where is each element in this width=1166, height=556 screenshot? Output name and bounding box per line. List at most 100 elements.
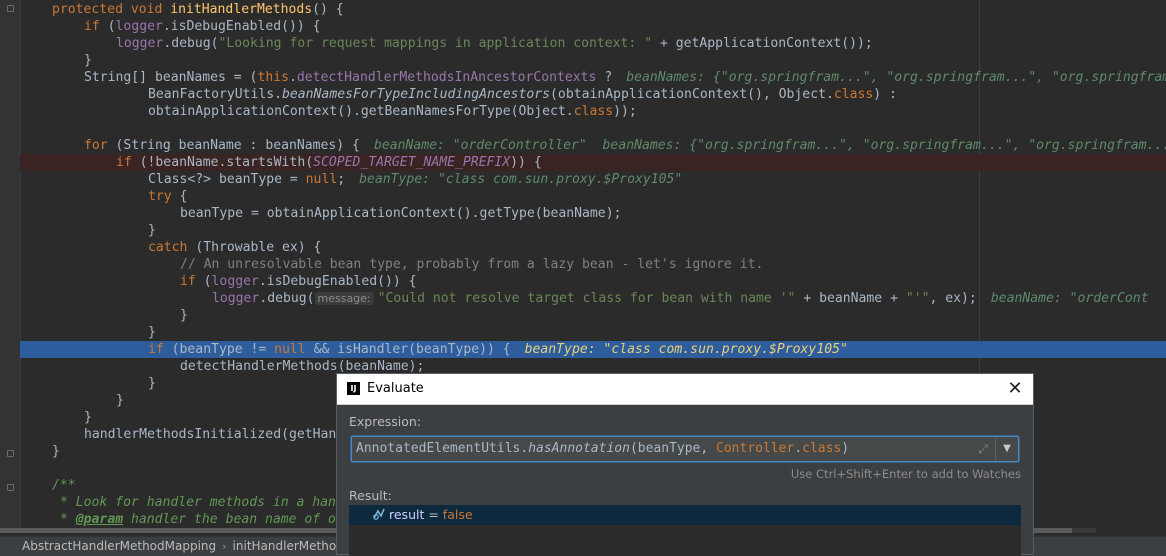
fold-icon[interactable] (7, 484, 14, 491)
code-line[interactable]: if (beanType != null && isHandler(beanTy… (20, 341, 1166, 358)
code-line[interactable]: beanType = obtainApplicationContext().ge… (20, 205, 1166, 222)
code-token: null (305, 172, 338, 187)
dialog-title-bar[interactable]: IJ Evaluate ✕ (337, 374, 1033, 405)
code-token: } (148, 376, 156, 391)
code-token: if (116, 155, 140, 170)
code-line[interactable]: if (logger.isDebugEnabled()) { (20, 273, 1166, 290)
result-value: result = false (389, 505, 473, 525)
code-token: ? (596, 70, 613, 85)
code-line[interactable]: logger.debug(message: "Could not resolve … (20, 290, 1166, 307)
code-line[interactable]: String[] beanNames = (this.detectHandler… (20, 69, 1166, 86)
code-token: handlerMethodsInitialized(getHan (84, 427, 337, 442)
code-token: (!beanName.startsWith( (139, 155, 314, 170)
code-line[interactable]: } (20, 307, 1166, 324)
fold-icon[interactable] (7, 5, 14, 12)
expression-input[interactable]: AnnotatedElementUtils.hasAnnotation(bean… (351, 436, 1019, 462)
code-line[interactable]: } (20, 222, 1166, 239)
code-line[interactable]: protected void initHandlerMethods() { (20, 1, 1166, 18)
code-token: logger (212, 291, 260, 306)
code-token: } (148, 223, 156, 238)
code-token: ; (337, 172, 346, 187)
code-token: .isDebugEnabled()) { (258, 274, 417, 289)
code-token: logger (116, 36, 164, 51)
result-equals: = (424, 507, 443, 522)
code-token: Class<?> beanType = (148, 172, 306, 187)
code-token: )) { (510, 155, 542, 170)
code-token: (String beanName : beanNames) { (115, 138, 360, 153)
inline-debug-value: beanNames: {"org.springfram...", "org.sp… (626, 70, 1166, 85)
code-token: .debug( (163, 36, 219, 51)
code-token: } (84, 53, 92, 68)
expression-text[interactable]: AnnotatedElementUtils.hasAnnotation(bean… (356, 437, 849, 461)
code-token: "'" (905, 291, 930, 306)
fold-icon[interactable] (7, 450, 14, 457)
expression-token: Controller (716, 441, 795, 456)
breadcrumb-class[interactable]: AbstractHandlerMethodMapping (22, 539, 216, 553)
code-line[interactable] (20, 120, 1166, 137)
code-token: ( (107, 19, 116, 34)
result-value-text: false (442, 507, 473, 522)
code-token: .debug( (259, 291, 315, 306)
code-line[interactable]: for (String beanName : beanNames) {beanN… (20, 137, 1166, 154)
code-token: null (274, 342, 314, 357)
inline-debug-value: beanType: "class com.sun.proxy.$Proxy105… (359, 172, 683, 187)
code-token: catch (148, 240, 196, 255)
expression-label: Expression: (349, 414, 422, 429)
code-token: handler the bean name of o (123, 512, 336, 527)
calculator-value-icon (371, 507, 387, 523)
code-token: )); (613, 104, 637, 119)
result-tree[interactable]: result = false (349, 505, 1021, 556)
code-token: .isDebugEnabled()) { (162, 19, 321, 34)
code-line[interactable]: BeanFactoryUtils.beanNamesForTypeIncludi… (20, 86, 1166, 103)
code-token: && isHandler(beanType)) { (313, 342, 511, 357)
expand-editor-icon[interactable]: ⤢ (974, 440, 992, 458)
intellij-logo-icon: IJ (347, 382, 360, 395)
close-button[interactable]: ✕ (1005, 379, 1025, 399)
code-token: class (573, 104, 614, 119)
code-token: if (180, 274, 204, 289)
breadcrumb-method[interactable]: initHandlerMetho (233, 539, 337, 553)
code-line[interactable]: } (20, 52, 1166, 69)
code-token: } (148, 325, 156, 340)
history-dropdown-button[interactable]: ▼ (995, 437, 1018, 461)
parameter-hint: message: (314, 292, 374, 305)
code-token: this (257, 70, 289, 85)
result-row[interactable]: result = false (349, 505, 1021, 525)
inline-debug-value: beanName: "orderController" beanNames: {… (373, 138, 1166, 153)
result-name: result (389, 507, 425, 522)
code-token: if (148, 342, 172, 357)
code-token: (Throwable ex) { (195, 240, 322, 255)
evaluate-dialog: IJ Evaluate ✕ Expression: AnnotatedEleme… (336, 373, 1034, 556)
expression-token: ) (841, 441, 850, 456)
code-token: } (116, 393, 124, 408)
code-token: BeanFactoryUtils. (148, 87, 283, 102)
expression-token: (beanType, (629, 441, 717, 456)
code-token: . (288, 70, 297, 85)
code-line[interactable]: if (!beanName.startsWith(SCOPED_TARGET_N… (20, 154, 1166, 171)
expression-token: . (794, 441, 803, 456)
code-token: * Look for handler methods in a han (60, 495, 336, 510)
code-line[interactable]: if (logger.isDebugEnabled()) { (20, 18, 1166, 35)
inline-debug-value: beanName: "orderCont (990, 291, 1149, 306)
code-line[interactable]: obtainApplicationContext().getBeanNamesF… (20, 103, 1166, 120)
code-line[interactable]: logger.debug("Looking for request mappin… (20, 35, 1166, 52)
inline-debug-value: beanType: "class com.sun.proxy.$Proxy105… (524, 342, 848, 357)
breadcrumb-separator-icon: › (222, 540, 227, 553)
code-token: /** (52, 478, 76, 493)
code-token: { (179, 189, 188, 204)
code-line[interactable]: Class<?> beanType = null; beanType: "clas… (20, 171, 1166, 188)
code-token: } (180, 308, 188, 323)
code-line[interactable]: try { (20, 188, 1166, 205)
code-line[interactable]: catch (Throwable ex) { (20, 239, 1166, 256)
code-line[interactable]: } (20, 324, 1166, 341)
code-token: "Looking for request mappings in applica… (218, 36, 653, 51)
code-token: + beanName + (795, 291, 906, 306)
code-token: SCOPED_TARGET_NAME_PREFIX (313, 155, 511, 170)
code-token: } (52, 444, 60, 459)
code-token: logger (115, 19, 163, 34)
dialog-title: Evaluate (367, 381, 424, 396)
code-token: obtainApplicationContext().getBeanNamesF… (148, 104, 574, 119)
code-line[interactable]: // An unresolvable bean type, probably f… (20, 256, 1166, 273)
expression-token: class (802, 441, 842, 456)
editor-gutter[interactable] (0, 0, 21, 528)
